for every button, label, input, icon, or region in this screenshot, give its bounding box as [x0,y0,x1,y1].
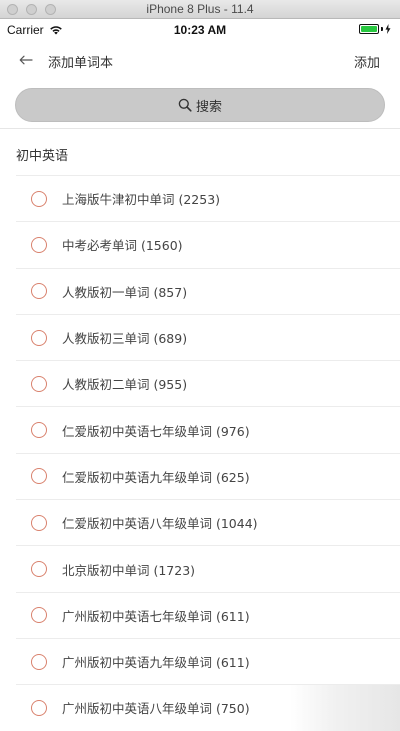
wordbook-list: 上海版牛津初中单词 (2253) 中考必考单词 (1560) 人教版初一单词 (… [16,175,400,731]
divider [0,128,400,129]
list-item-label: 人教版初三单词 (689) [62,331,188,347]
list-item-label: 广州版初中英语七年级单词 (611) [62,608,250,624]
radio-button[interactable] [31,699,47,716]
list-item-label: 人教版初二单词 (955) [62,377,188,393]
list-item-label: 仁爱版初中英语八年级单词 (1044) [62,516,258,532]
section-title: 初中英语 [16,149,69,164]
list-item-label: 人教版初一单词 (857) [62,284,188,300]
list-item[interactable]: 人教版初三单词 (689) [16,313,400,360]
minimize-window-button[interactable] [26,4,37,15]
radio-button[interactable] [31,190,47,207]
list-item-label: 北京版初中单词 (1723) [62,562,196,578]
list-item[interactable]: 仁爱版初中英语七年级单词 (976) [16,406,400,452]
radio-button[interactable] [31,607,47,624]
back-arrow-icon [19,55,33,65]
battery-icon [359,24,391,34]
radio-button[interactable] [31,236,47,253]
radio-button[interactable] [31,283,47,300]
page-title: 添加单词本 [48,56,114,71]
search-icon [178,98,192,112]
list-item-label: 中考必考单词 (1560) [62,238,183,254]
navigation-bar: 添加单词本 添加 [0,41,400,79]
simulator-title: iPhone 8 Plus - 11.4 [146,2,254,16]
search-bar[interactable]: 搜索 [15,88,385,122]
close-window-button[interactable] [7,4,18,15]
back-button[interactable] [14,49,38,71]
list-item-label: 广州版初中英语九年级单词 (611) [62,655,250,671]
radio-button[interactable] [31,375,47,392]
radio-button[interactable] [31,561,47,578]
list-item[interactable]: 人教版初二单词 (955) [16,360,400,406]
search-input[interactable]: 搜索 [15,88,385,122]
zoom-window-button[interactable] [45,4,56,15]
list-item[interactable]: 上海版牛津初中单词 (2253) [16,175,400,221]
status-time: 10:23 AM [173,23,227,37]
list-item-label: 上海版牛津初中单词 (2253) [62,192,221,208]
list-item[interactable]: 人教版初一单词 (857) [16,267,400,314]
list-item[interactable]: 仁爱版初中英语九年级单词 (625) [16,452,400,499]
simulator-title-bar: iPhone 8 Plus - 11.4 [0,0,400,19]
radio-button[interactable] [31,468,47,485]
bottom-right-fade [290,685,400,731]
list-item[interactable]: 广州版初中英语九年级单词 (611) [16,637,400,684]
radio-button[interactable] [31,653,47,670]
status-bar: Carrier 10:23 AM [0,19,400,41]
window-controls [7,4,56,15]
list-item[interactable]: 仁爱版初中英语八年级单词 (1044) [16,499,400,545]
list-item-label: 广州版初中英语八年级单词 (750) [62,701,250,717]
charging-bolt-icon [385,24,391,34]
radio-button[interactable] [31,514,47,531]
list-item-label: 仁爱版初中英语九年级单词 (625) [62,469,250,485]
add-button[interactable]: 添加 [354,52,380,71]
search-placeholder: 搜索 [195,99,222,115]
list-item-label: 仁爱版初中英语七年级单词 (976) [62,423,250,439]
radio-button[interactable] [31,329,47,346]
radio-button[interactable] [31,422,47,439]
list-item[interactable]: 广州版初中英语七年级单词 (611) [16,591,400,638]
list-item[interactable]: 中考必考单词 (1560) [16,221,400,267]
list-item[interactable]: 北京版初中单词 (1723) [16,545,400,591]
